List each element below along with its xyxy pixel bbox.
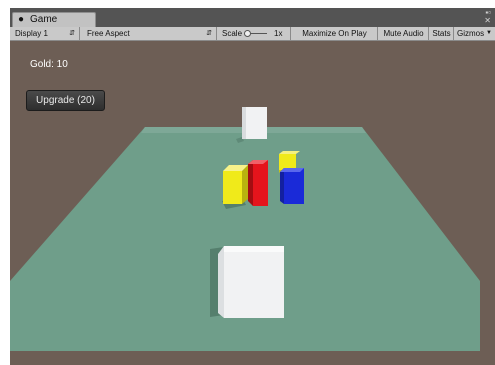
gizmos-dropdown[interactable]: Gizmos ▼: [455, 27, 493, 40]
yellow-block-side: [242, 165, 248, 204]
display-dropdown-label: Display 1: [15, 29, 48, 38]
near-white-cube-side: [218, 246, 224, 318]
gizmos-label: Gizmos: [457, 29, 485, 38]
blue-block-top: [280, 168, 304, 172]
chevron-down-icon: ▼: [486, 30, 492, 36]
far-white-cube-side: [242, 107, 246, 139]
blue-block-side: [280, 168, 284, 204]
blue-block: [284, 168, 304, 204]
red-block-side: [248, 160, 253, 206]
game-controller-icon: ●: [18, 14, 25, 25]
yellow-block: [223, 171, 242, 204]
mute-audio-toggle[interactable]: Mute Audio: [379, 27, 429, 40]
near-white-cube-top: [224, 246, 284, 252]
stats-toggle[interactable]: Stats: [430, 27, 454, 40]
near-white-cube: [224, 246, 284, 318]
scale-slider-thumb[interactable]: [244, 30, 251, 37]
dropdown-arrows-icon: ⇵: [69, 30, 75, 37]
upgrade-button[interactable]: Upgrade (20): [26, 90, 105, 111]
viewport-bottom-strip: [10, 351, 495, 365]
aspect-dropdown-label: Free Aspect: [87, 29, 130, 38]
scale-value: 1x: [274, 29, 283, 38]
maximize-on-play-toggle[interactable]: Maximize On Play: [292, 27, 378, 40]
close-icon[interactable]: ✕: [484, 17, 491, 25]
tab-game[interactable]: ● Game: [12, 12, 96, 28]
display-dropdown[interactable]: Display 1 ⇵: [12, 27, 80, 40]
yellow-block-small: [279, 154, 296, 170]
scale-control: Scale 1x: [218, 27, 291, 40]
gold-counter: Gold: 10: [30, 59, 68, 70]
red-block: [253, 160, 268, 206]
tab-game-label: Game: [30, 14, 58, 25]
title-bar: ● Game ▪▫ ✕: [10, 8, 495, 28]
game-window: ● Game ▪▫ ✕ Display 1 ⇵ Free Aspect ⇵ Sc…: [10, 8, 495, 365]
scale-label: Scale: [222, 29, 243, 38]
game-toolbar: Display 1 ⇵ Free Aspect ⇵ Scale 1x Maxim…: [10, 27, 495, 41]
dropdown-arrows-icon: ⇵: [206, 30, 212, 37]
window-controls: ▪▫ ✕: [484, 9, 491, 25]
aspect-dropdown[interactable]: Free Aspect ⇵: [82, 27, 217, 40]
